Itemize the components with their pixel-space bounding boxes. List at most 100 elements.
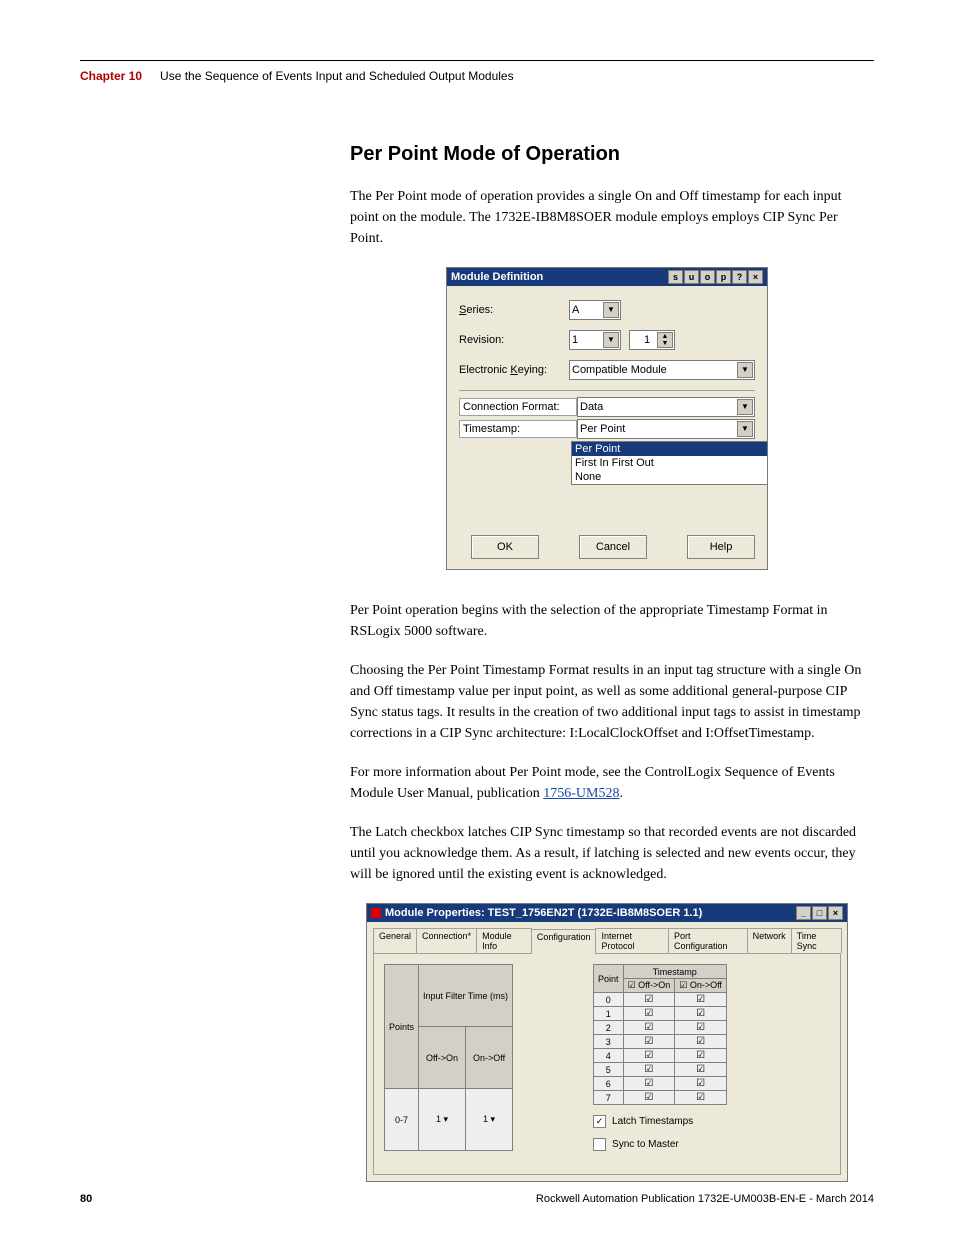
checkbox-cell[interactable] [623,1077,675,1091]
filter-cell[interactable]: 1 ▾ [419,1089,466,1151]
point-cell: 5 [594,1063,624,1077]
keying-label: Electronic Keying: [459,364,569,376]
checkbox-cell[interactable] [675,1063,727,1077]
app-icon [371,908,381,918]
minimize-button[interactable]: _ [796,906,811,920]
off-on-header: Off->On [419,1027,466,1089]
checkbox-cell[interactable] [623,1091,675,1105]
close-button[interactable]: × [748,270,763,284]
timestamp-dropdown-list[interactable]: Per Point First In First Out None [571,441,768,485]
point-cell: 1 [594,1007,624,1021]
input-filter-table: PointsInput Filter Time (ms) Off->OnOn->… [384,964,513,1151]
page-footer: 80 Rockwell Automation Publication 1732E… [80,1193,874,1205]
checkbox-cell[interactable] [623,993,675,1007]
module-definition-dialog: Module Definition s u o p ? × Series: A … [446,267,768,570]
checkbox-cell[interactable] [675,1091,727,1105]
timestamp-table: PointTimestamp ☑ Off->On☑ On->Off 0 1 2 … [593,964,727,1105]
revision-major: 1 [572,334,578,346]
sys-button[interactable]: p [716,270,731,284]
checkbox-cell[interactable] [675,1035,727,1049]
chevron-down-icon: ▼ [603,332,619,348]
help-button[interactable]: ? [732,270,747,284]
checkbox-cell[interactable] [623,1007,675,1021]
dropdown-option[interactable]: None [572,470,767,484]
tab-general[interactable]: General [373,928,417,953]
chevron-down-icon: ▼ [737,362,753,378]
point-cell: 0 [594,993,624,1007]
publication-info: Rockwell Automation Publication 1732E-UM… [536,1193,874,1205]
cancel-button[interactable]: Cancel [579,535,647,559]
sys-button[interactable]: s [668,270,683,284]
point-cell: 2 [594,1021,624,1035]
checkbox-cell[interactable] [623,1063,675,1077]
point-cell: 7 [594,1091,624,1105]
sync-checkbox[interactable] [593,1138,606,1151]
keying-combo[interactable]: Compatible Module ▼ [569,360,755,380]
dropdown-option[interactable]: First In First Out [572,456,767,470]
sys-button[interactable]: u [684,270,699,284]
checkbox-cell[interactable] [623,1021,675,1035]
tab-configuration[interactable]: Configuration [531,929,597,954]
points-header: Points [385,965,419,1089]
points-range: 0-7 [385,1089,419,1151]
checkbox-cell[interactable] [675,1077,727,1091]
dropdown-option[interactable]: Per Point [572,442,767,456]
tab-time-sync[interactable]: Time Sync [791,928,842,953]
checkbox-cell[interactable] [675,1007,727,1021]
paragraph: The Per Point mode of operation provides… [350,186,864,249]
connection-format-value: Data [580,401,603,413]
close-button[interactable]: × [828,906,843,920]
page-number: 80 [80,1193,92,1205]
tab-port-configuration[interactable]: Port Configuration [668,928,748,953]
revision-label: Revision: [459,334,569,346]
dialog-titlebar: Module Properties: TEST_1756EN2T (1732E-… [367,904,847,922]
on-off-header: ☑ On->Off [675,979,727,993]
keying-value: Compatible Module [572,364,667,376]
paragraph: The Latch checkbox latches CIP Sync time… [350,822,864,885]
module-properties-dialog: Module Properties: TEST_1756EN2T (1732E-… [366,903,848,1182]
checkbox-cell[interactable] [623,1035,675,1049]
on-off-header: On->Off [466,1027,513,1089]
connection-format-label: Connection Format: [459,398,577,416]
series-value: A [572,304,579,316]
series-combo[interactable]: A ▼ [569,300,621,320]
dialog-title: Module Definition [451,271,543,283]
point-header: Point [594,965,624,993]
maximize-button[interactable]: □ [812,906,827,920]
filter-cell[interactable]: 1 ▾ [466,1089,513,1151]
tab-strip: General Connection* Module Info Configur… [373,928,841,954]
chapter-number: Chapter 10 [80,69,142,83]
revision-minor: 1 [632,334,650,346]
tab-module-info[interactable]: Module Info [476,928,532,953]
sync-label: Sync to Master [612,1139,679,1150]
point-cell: 3 [594,1035,624,1049]
timestamp-combo[interactable]: Per Point ▼ [577,419,755,439]
latch-label: Latch Timestamps [612,1116,693,1127]
latch-checkbox[interactable]: ✓ [593,1115,606,1128]
help-button[interactable]: Help [687,535,755,559]
tab-network[interactable]: Network [747,928,792,953]
paragraph: Per Point operation begins with the sele… [350,600,864,642]
chapter-title: Use the Sequence of Events Input and Sch… [160,69,514,83]
checkbox-cell[interactable] [675,1049,727,1063]
revision-major-combo[interactable]: 1 ▼ [569,330,621,350]
revision-minor-spinner[interactable]: 1 ▲▼ [629,330,675,350]
checkbox-cell[interactable] [675,1021,727,1035]
tab-connection[interactable]: Connection* [416,928,477,953]
checkbox-cell[interactable] [623,1049,675,1063]
chevron-down-icon: ▼ [737,399,753,415]
spinner-icon: ▲▼ [657,332,673,348]
dialog-titlebar: Module Definition s u o p ? × [447,268,767,286]
connection-format-combo[interactable]: Data ▼ [577,397,755,417]
series-label: Series: [459,304,569,316]
timestamp-label: Timestamp: [459,420,577,438]
ok-button[interactable]: OK [471,535,539,559]
paragraph: For more information about Per Point mod… [350,762,864,804]
checkbox-cell[interactable] [675,993,727,1007]
tab-internet-protocol[interactable]: Internet Protocol [595,928,669,953]
configuration-panel: PointsInput Filter Time (ms) Off->OnOn->… [373,954,841,1175]
off-on-header: ☑ Off->On [623,979,675,993]
publication-link[interactable]: 1756-UM528 [543,786,619,801]
point-cell: 6 [594,1077,624,1091]
sys-button[interactable]: o [700,270,715,284]
